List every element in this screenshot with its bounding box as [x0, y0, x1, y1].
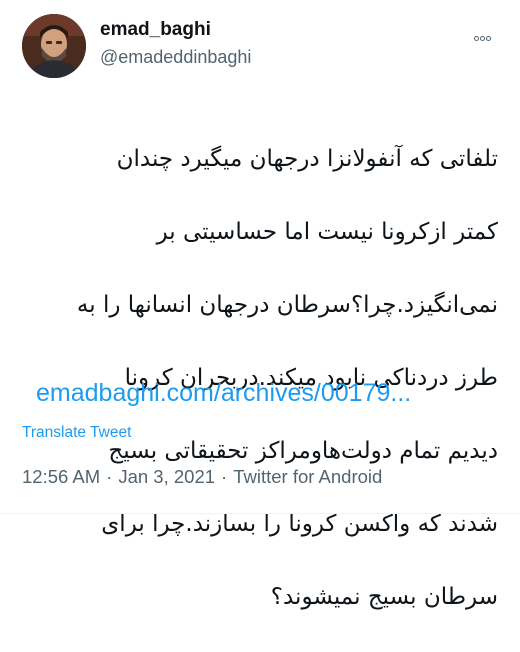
- avatar-portrait: [22, 14, 86, 78]
- more-options-icon[interactable]: [474, 26, 498, 41]
- tweet-link[interactable]: emadbaghi.com/archives/00179...: [36, 376, 411, 410]
- tweet-time[interactable]: 12:56 AM: [22, 466, 100, 487]
- user-handle[interactable]: @emadeddinbaghi: [100, 44, 251, 70]
- user-names: emad_baghi @emadeddinbaghi: [100, 18, 251, 70]
- tweet-card: emad_baghi @emadeddinbaghi تلفاتی که آنف…: [0, 0, 520, 610]
- avatar[interactable]: [22, 14, 86, 78]
- tweet-meta: 12:56 AM · Jan 3, 2021 · Twitter for Android: [22, 466, 382, 488]
- more-dot: [480, 36, 485, 41]
- more-dot: [486, 36, 491, 41]
- tweet-line: نمی‌انگیزد.چرا؟سرطان درجهان انسانها را ب…: [76, 291, 498, 318]
- tweet-line: سرطان بسیج نمیشوند؟: [270, 583, 498, 610]
- tweet-source[interactable]: Twitter for Android: [233, 466, 382, 487]
- meta-separator: ·: [106, 466, 113, 487]
- display-name[interactable]: emad_baghi: [100, 18, 251, 42]
- tweet-header: emad_baghi @emadeddinbaghi: [18, 14, 502, 82]
- tweet-line: کمتر ازکرونا نیست اما حساسیتی بر: [156, 218, 498, 245]
- translate-tweet-link[interactable]: Translate Tweet: [22, 424, 131, 442]
- tweet-line: شدند که واکسن کرونا را بسازند.چرا برای: [101, 510, 498, 537]
- meta-separator: ·: [221, 466, 228, 487]
- tweet-date[interactable]: Jan 3, 2021: [118, 466, 215, 487]
- more-dot: [474, 36, 479, 41]
- tweet-line: تلفاتی که آنفولانزا درجهان میگیرد چندان: [116, 145, 498, 172]
